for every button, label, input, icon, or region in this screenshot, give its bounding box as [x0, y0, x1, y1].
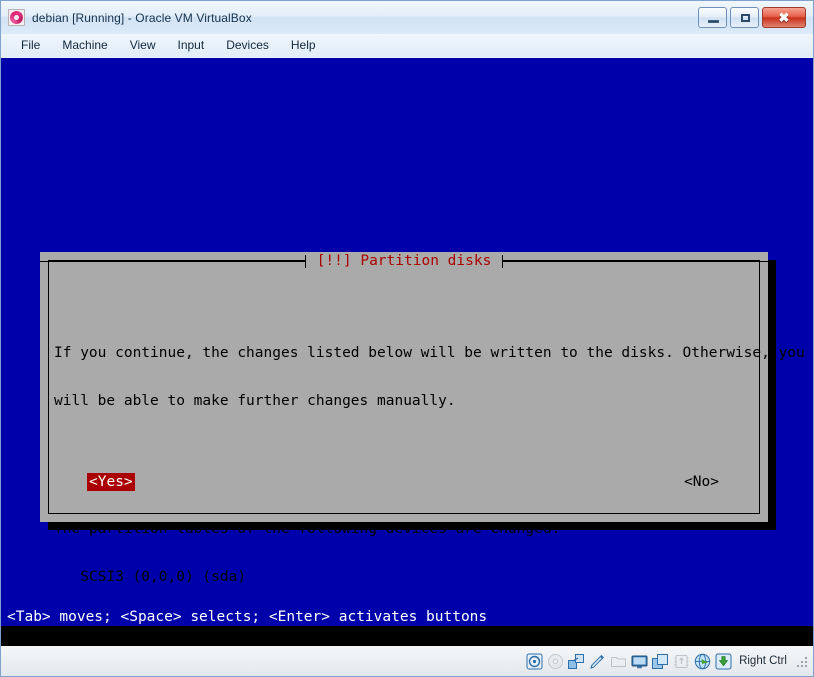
installer-help-line: <Tab> moves; <Space> selects; <Enter> ac…: [1, 608, 813, 626]
dialog-line: will be able to make further changes man…: [54, 393, 456, 409]
vm-statusbar: Right Ctrl: [1, 646, 813, 676]
dialog-line: If you continue, the changes listed belo…: [54, 345, 805, 361]
network-activity-icon[interactable]: [694, 653, 711, 670]
hard-disk-icon[interactable]: [526, 653, 543, 670]
network-adapter-icon[interactable]: [568, 653, 585, 670]
menu-item-help[interactable]: Help: [280, 36, 327, 55]
menu-item-input[interactable]: Input: [167, 36, 216, 55]
dialog-line: SCSI3 (0,0,0) (sda): [54, 569, 247, 585]
dialog-paragraph-intro: If you continue, the changes listed belo…: [54, 313, 805, 441]
maximize-icon: [741, 14, 750, 22]
resize-grip-icon[interactable]: [795, 655, 807, 667]
mouse-capture-icon[interactable]: [715, 653, 732, 670]
menu-item-view[interactable]: View: [119, 36, 167, 55]
no-button[interactable]: <No>: [684, 474, 719, 490]
vm-display[interactable]: [!!] Partition disks If you continue, th…: [1, 58, 813, 646]
dialog-paragraph-tables: The partition tables of the following de…: [54, 489, 754, 617]
close-button[interactable]: ✖: [762, 7, 806, 28]
dialog-body: If you continue, the changes listed belo…: [54, 281, 805, 646]
usb-pen-icon[interactable]: [589, 653, 606, 670]
menubar: File Machine View Input Devices Help: [1, 34, 813, 57]
maximize-button[interactable]: [730, 7, 759, 28]
window-titlebar[interactable]: debian [Running] - Oracle VM VirtualBox: [1, 1, 813, 34]
host-key-label: Right Ctrl: [739, 655, 787, 667]
usb-chip-icon[interactable]: [673, 653, 690, 670]
menu-item-devices[interactable]: Devices: [215, 36, 280, 55]
window-controls: ✖: [698, 7, 806, 28]
close-icon: ✖: [778, 9, 790, 25]
remote-desktop-icon[interactable]: [652, 653, 669, 670]
menu-item-file[interactable]: File: [10, 36, 51, 55]
minimize-icon: [708, 20, 719, 23]
vm-bottom-bar: [1, 626, 813, 646]
window-title: debian [Running] - Oracle VM VirtualBox: [32, 10, 252, 25]
shared-folder-icon[interactable]: [610, 653, 627, 670]
minimize-button[interactable]: [698, 7, 727, 28]
menu-item-machine[interactable]: Machine: [51, 36, 118, 55]
yes-button[interactable]: <Yes>: [87, 473, 135, 491]
dialog-buttons: <Yes> <No>: [54, 473, 754, 491]
statusbar-icons: [526, 653, 732, 670]
virtualbox-icon: [8, 9, 25, 26]
partition-disks-dialog: [!!] Partition disks If you continue, th…: [40, 252, 805, 585]
dialog-line: The partition tables of the following de…: [54, 521, 561, 537]
optical-disk-icon[interactable]: [547, 653, 564, 670]
virtualbox-window: debian [Running] - Oracle VM VirtualBox …: [0, 0, 814, 677]
display-icon[interactable]: [631, 653, 648, 670]
